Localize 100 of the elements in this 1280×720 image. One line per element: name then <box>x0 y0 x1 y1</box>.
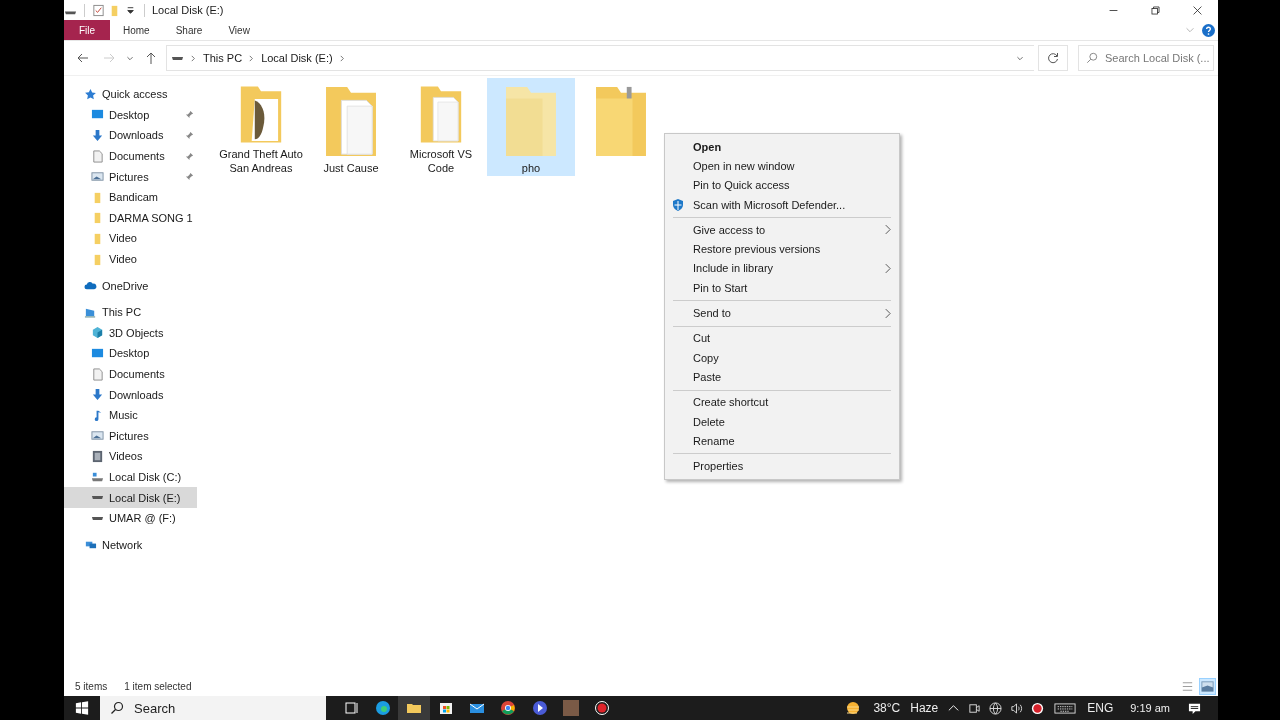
folder-icon[interactable] <box>398 696 431 720</box>
sidebar-item[interactable]: Local Disk (C:) <box>64 466 197 488</box>
menu-item[interactable]: Properties <box>665 456 899 476</box>
selection-count: 1 item selected <box>124 680 192 692</box>
properties-checkbox-icon[interactable] <box>92 3 105 17</box>
sidebar-item[interactable]: Desktop <box>64 343 197 364</box>
menu-item[interactable]: Create shortcut <box>665 392 899 412</box>
cube-icon <box>91 326 104 340</box>
folder-item[interactable]: Just Cause <box>307 78 395 176</box>
chevron-right-icon[interactable] <box>248 53 256 63</box>
menu-item[interactable]: Scan with Microsoft Defender... <box>665 194 899 215</box>
folder-name: pho <box>520 161 542 175</box>
clock[interactable]: 9:19 am <box>1130 702 1170 714</box>
menu-item[interactable]: Delete <box>665 411 899 432</box>
star-icon <box>84 87 97 101</box>
restore-icon[interactable] <box>1150 4 1161 16</box>
large-icons-view-icon[interactable] <box>1199 677 1216 695</box>
window-title: Local Disk (E:) <box>152 4 224 16</box>
menu-item[interactable]: Give access to <box>665 220 899 240</box>
drive-icon <box>171 55 184 61</box>
task-view-icon[interactable] <box>343 700 360 716</box>
sidebar-item[interactable]: OneDrive <box>64 275 197 296</box>
folder-item[interactable]: Microsoft VS Code <box>397 78 485 176</box>
menu-item[interactable]: Send to <box>665 303 899 323</box>
breadcrumb[interactable]: Local Disk (E:) <box>261 52 333 64</box>
menu-item[interactable]: Open <box>665 137 899 157</box>
menu-item[interactable]: Pin to Quick access <box>665 175 899 195</box>
record-icon[interactable] <box>1031 701 1045 715</box>
ribbon-tab[interactable]: View <box>215 20 263 40</box>
chevron-right-icon[interactable] <box>338 53 346 63</box>
keyboard-icon[interactable] <box>1054 701 1077 715</box>
folder-item[interactable]: Grand Theft Auto San Andreas <box>217 78 305 176</box>
address-bar[interactable]: This PC Local Disk (E:) <box>166 45 1034 71</box>
back-arrow-icon[interactable] <box>76 51 90 65</box>
drive-icon <box>91 515 104 521</box>
refresh-icon[interactable] <box>1038 45 1068 71</box>
weather-temperature[interactable]: 38°C <box>873 701 901 715</box>
sidebar-item[interactable]: Downloads <box>64 125 197 146</box>
menu-item[interactable]: Cut <box>665 328 899 348</box>
sidebar-item[interactable]: Video <box>64 248 197 270</box>
sidebar-item[interactable]: Quick access <box>64 84 197 105</box>
windows-start-icon[interactable] <box>75 701 89 715</box>
record-icon[interactable] <box>593 700 610 716</box>
file-menu-button[interactable]: File <box>64 20 110 40</box>
sidebar-item[interactable]: Documents <box>64 145 197 167</box>
app-thumbnail-placeholder[interactable] <box>562 700 579 716</box>
sidebar-item[interactable]: This PC <box>64 301 197 323</box>
media-player-icon[interactable] <box>531 700 548 716</box>
download-arrow-icon <box>91 388 104 402</box>
menu-item[interactable]: Paste <box>665 367 899 387</box>
menu-item[interactable]: Rename <box>665 431 899 451</box>
menu-item[interactable]: Copy <box>665 347 899 368</box>
weather-condition[interactable]: Haze <box>910 701 939 715</box>
sun-haze-icon[interactable] <box>844 700 861 716</box>
browser-icon[interactable] <box>374 700 391 716</box>
sidebar-item[interactable]: Videos <box>64 446 197 467</box>
menu-item[interactable]: Open in new window <box>665 156 899 176</box>
notification-icon[interactable] <box>1188 701 1201 715</box>
item-count: 5 items <box>75 680 108 692</box>
sidebar-item[interactable]: Desktop <box>64 104 197 126</box>
sidebar-item[interactable]: Local Disk (E:) <box>64 487 197 508</box>
folder-name: Grand Theft Auto San Andreas <box>219 147 303 175</box>
picture-icon <box>91 170 104 184</box>
sidebar-item[interactable]: DARMA SONG 1 <box>64 207 197 229</box>
breadcrumb[interactable]: This PC <box>203 52 243 64</box>
desktop-icon <box>91 346 104 360</box>
taskbar-search-field[interactable]: Search <box>100 696 326 720</box>
sidebar-item[interactable]: Pictures <box>64 166 197 187</box>
sidebar-item[interactable]: Video <box>64 228 197 249</box>
sidebar-item[interactable]: Documents <box>64 363 197 385</box>
ribbon-tab[interactable]: Home <box>110 20 163 40</box>
sidebar-item[interactable]: Bandicam <box>64 186 197 208</box>
up-arrow-icon[interactable] <box>144 51 158 65</box>
close-icon[interactable] <box>1192 4 1203 16</box>
sidebar-item[interactable]: Music <box>64 404 197 426</box>
search-field[interactable]: Search Local Disk (... <box>1078 45 1214 71</box>
sidebar-item[interactable]: UMAR @ (F:) <box>64 507 197 529</box>
menu-item[interactable]: Restore previous versions <box>665 239 899 259</box>
sidebar-item[interactable]: 3D Objects <box>64 322 197 344</box>
document-icon <box>91 149 104 163</box>
menu-item[interactable]: Include in library <box>665 258 899 279</box>
globe-icon[interactable] <box>989 701 1003 715</box>
help-icon[interactable] <box>1202 23 1215 37</box>
search-icon <box>1086 52 1098 64</box>
store-icon[interactable] <box>437 700 454 716</box>
speaker-icon[interactable] <box>1010 701 1024 715</box>
download-arrow-icon <box>91 129 104 142</box>
folder-name: Just Cause <box>322 161 380 175</box>
sidebar-item[interactable]: Pictures <box>64 425 197 447</box>
folder-item[interactable]: pho <box>487 78 575 176</box>
search-icon <box>110 701 124 715</box>
ribbon-tab[interactable]: Share <box>162 20 216 40</box>
chevron-right-icon[interactable] <box>190 53 197 63</box>
sidebar-item[interactable]: Downloads <box>64 384 197 405</box>
language-indicator[interactable]: ENG <box>1087 701 1114 715</box>
folder-name: Microsoft VS Code <box>408 147 474 175</box>
sidebar-item[interactable]: Network <box>64 534 197 556</box>
meet-now-icon[interactable] <box>968 701 982 715</box>
chrome-browser-icon[interactable] <box>500 700 517 716</box>
menu-item[interactable]: Pin to Start <box>665 278 899 298</box>
